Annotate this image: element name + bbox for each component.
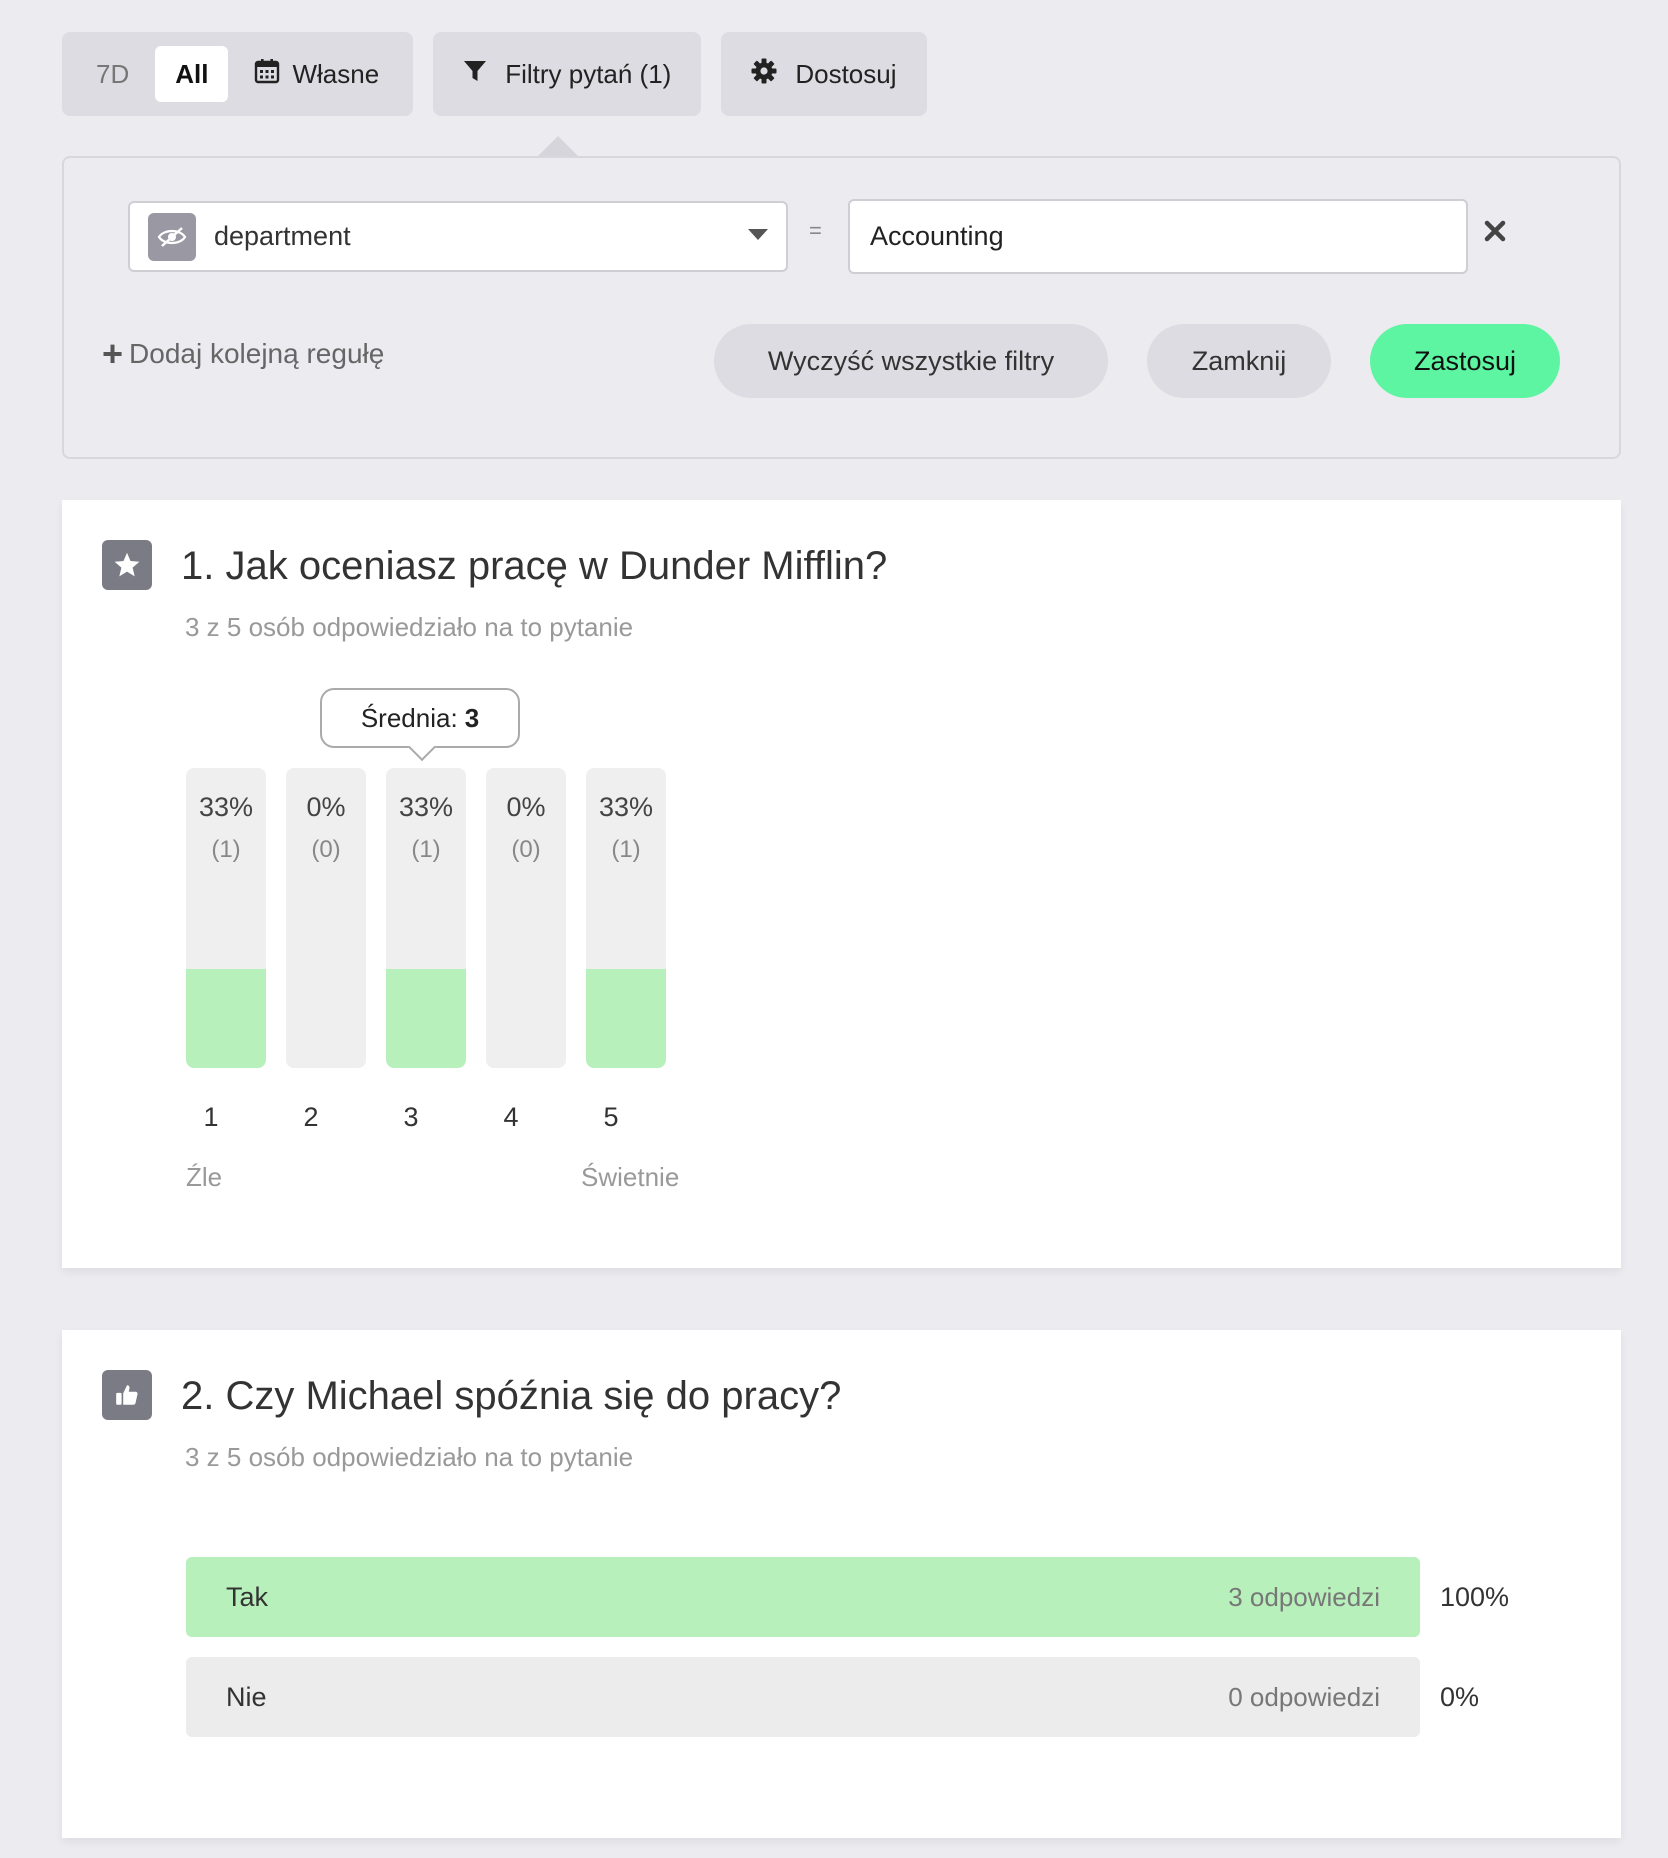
question-title: 1. Jak oceniasz pracę w Dunder Mifflin?	[181, 544, 888, 588]
star-icon	[102, 540, 152, 590]
question-subtitle: 3 z 5 osób odpowiedziało na to pytanie	[185, 1442, 634, 1472]
rating-bar-count: (0)	[311, 836, 341, 863]
apply-button[interactable]: Zastosuj	[1370, 324, 1560, 398]
filter-value-input[interactable]	[848, 199, 1468, 274]
rating-bar: 33% (1)	[586, 768, 666, 1068]
add-rule-label: Dodaj kolejną regułę	[129, 338, 385, 369]
chevron-down-icon	[748, 228, 768, 246]
question-title: 2. Czy Michael spóźnia się do pracy?	[181, 1374, 842, 1418]
rating-bar-fill	[386, 969, 466, 1068]
filter-panel: department = + Dodaj kolejną regułę Wycz…	[62, 156, 1621, 459]
period-7d-button[interactable]: 7D	[76, 46, 149, 102]
rating-bar-count: (0)	[511, 836, 541, 863]
customize-label: Dostosuj	[795, 58, 897, 89]
rating-scale-number: 1	[203, 1102, 219, 1132]
filter-field-value: department	[214, 221, 351, 251]
question-subtitle: 3 z 5 osób odpowiedziało na to pytanie	[185, 612, 634, 642]
rating-bar: 33% (1)	[386, 768, 466, 1068]
question-filters-label: Filtry pytań (1)	[505, 58, 672, 89]
toolbar: 7D All Własne Filtry pytań (1) Dostosuj	[62, 32, 927, 116]
average-tooltip: Średnia: 3	[320, 688, 520, 748]
rating-bar-percent: 33%	[398, 792, 454, 822]
customize-button[interactable]: Dostosuj	[721, 32, 927, 116]
choice-bar: Tak 3 odpowiedzi	[186, 1557, 1420, 1637]
period-selector: 7D All Własne	[62, 32, 414, 116]
period-custom-label: Własne	[292, 58, 380, 89]
calendar-icon	[254, 58, 280, 91]
rating-bar-fill	[186, 969, 266, 1068]
average-value: 3	[464, 702, 480, 733]
rating-bar-percent: 33%	[198, 792, 254, 822]
rating-bar-percent: 33%	[598, 792, 654, 822]
rating-bar-percent: 0%	[306, 792, 346, 822]
choice-bar: Nie 0 odpowiedzi	[186, 1657, 1420, 1737]
rating-scale-number: 5	[603, 1102, 619, 1132]
filter-panel-caret	[538, 136, 578, 156]
plus-icon: +	[102, 333, 124, 374]
rating-bar-count: (1)	[411, 836, 441, 863]
gear-icon	[751, 58, 777, 91]
rating-bar-count: (1)	[611, 836, 641, 863]
choice-label: Nie	[226, 1682, 267, 1712]
eye-hidden-icon	[148, 212, 196, 261]
clear-all-filters-button[interactable]: Wyczyść wszystkie filtry	[714, 324, 1108, 398]
add-rule-button[interactable]: + Dodaj kolejną regułę	[102, 336, 384, 372]
close-button[interactable]: Zamknij	[1147, 324, 1331, 398]
period-custom-button[interactable]: Własne	[234, 46, 399, 102]
filter-field-select[interactable]: department	[128, 201, 788, 272]
rating-bar: 0% (0)	[486, 768, 566, 1068]
rating-scale-number: 3	[403, 1102, 419, 1132]
thumbs-up-icon	[102, 1370, 152, 1420]
average-label: Średnia:	[360, 702, 458, 733]
choice-percent: 0%	[1440, 1682, 1480, 1712]
choice-chart: Tak 3 odpowiedzi 100% Nie 0 odpowiedzi 0%	[186, 1557, 1509, 1757]
choice-row: Nie 0 odpowiedzi 0%	[186, 1657, 1479, 1737]
rating-high-label: Świetnie	[581, 1162, 680, 1192]
rating-bar: 33% (1)	[186, 768, 266, 1068]
period-all-button[interactable]: All	[155, 46, 229, 102]
rating-bar-percent: 0%	[506, 792, 546, 822]
question-card-1: 1. Jak oceniasz pracę w Dunder Mifflin? …	[62, 500, 1621, 1268]
rating-bar-count: (1)	[211, 836, 241, 863]
rating-bar-fill	[586, 969, 666, 1068]
remove-rule-icon[interactable]	[1484, 220, 1506, 247]
question-filters-button[interactable]: Filtry pytań (1)	[433, 32, 702, 116]
rating-scale-number: 2	[303, 1102, 319, 1132]
choice-row: Tak 3 odpowiedzi 100%	[186, 1557, 1509, 1637]
filter-operator: =	[809, 218, 822, 243]
choice-label: Tak	[226, 1582, 269, 1612]
choice-percent: 100%	[1440, 1582, 1510, 1612]
rating-scale-number: 4	[503, 1102, 519, 1132]
choice-count: 0 odpowiedzi	[1228, 1682, 1380, 1712]
filter-icon	[463, 59, 487, 90]
choice-count: 3 odpowiedzi	[1228, 1582, 1380, 1612]
rating-bar: 0% (0)	[286, 768, 366, 1068]
rating-low-label: Źle	[186, 1162, 223, 1192]
question-card-2: 2. Czy Michael spóźnia się do pracy? 3 z…	[62, 1330, 1621, 1838]
